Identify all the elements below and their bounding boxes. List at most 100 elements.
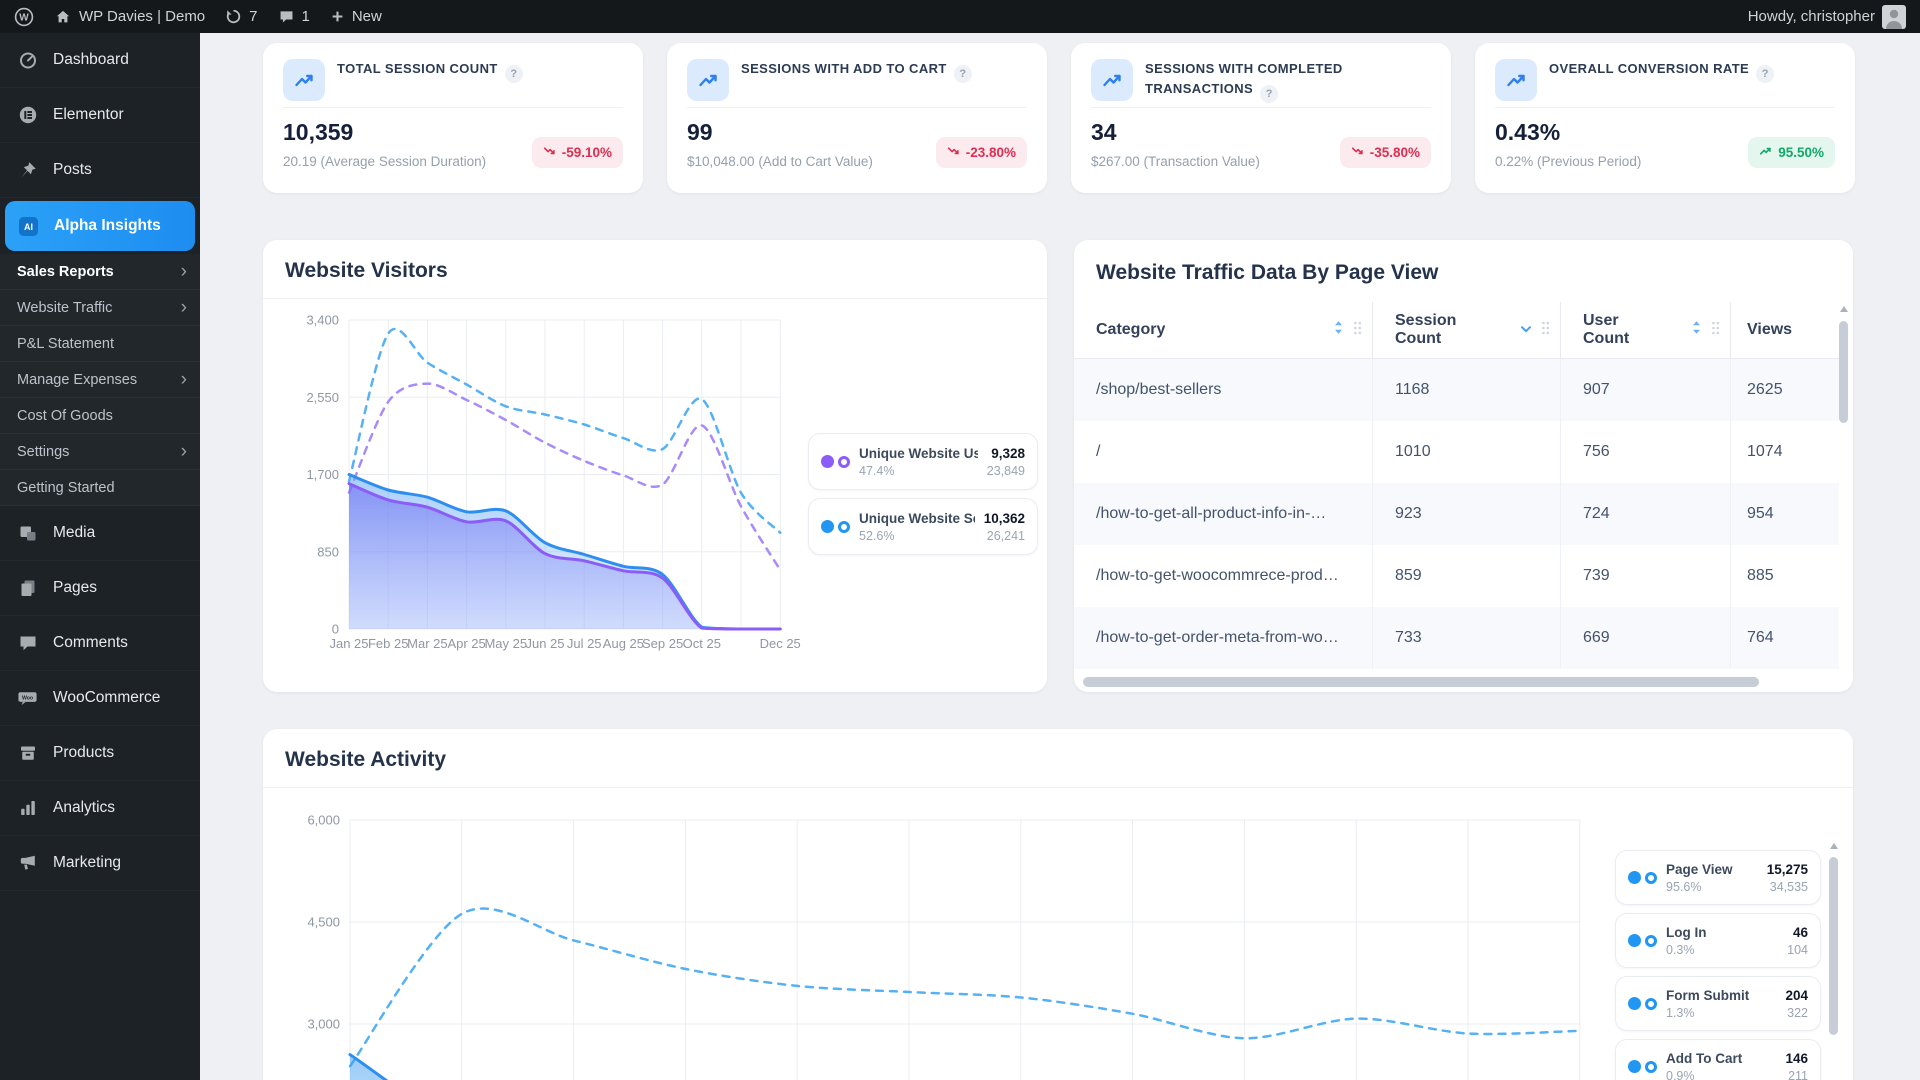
scroll-up-arrow[interactable] xyxy=(1840,306,1848,312)
sidebar-subitem-settings[interactable]: Settings› xyxy=(0,434,200,470)
column-header-category[interactable]: Category xyxy=(1074,302,1373,358)
scroll-up-arrow[interactable] xyxy=(1830,843,1838,849)
kpi-card-sessions-with-add-to-cart: SESSIONS WITH ADD TO CART? 99$10,048.00 (… xyxy=(667,43,1047,193)
sidebar-item-label: Posts xyxy=(53,161,92,179)
sidebar-subitem-manage-expenses[interactable]: Manage Expenses› xyxy=(0,362,200,398)
sidebar-item-label: Analytics xyxy=(53,799,115,817)
updates-icon xyxy=(225,8,242,25)
woocommerce-icon: Woo xyxy=(17,688,38,709)
legend-scrollbar[interactable] xyxy=(1829,843,1838,1035)
legend-item-unique-website-se[interactable]: Unique Website Se…52.6%10,36226,241 xyxy=(808,498,1038,555)
kpi-body: 99$10,048.00 (Add to Cart Value)-23.80% xyxy=(687,108,1027,169)
drag-handle-icon[interactable] xyxy=(1711,321,1720,340)
wordpress-logo-icon[interactable]: W xyxy=(14,7,34,27)
legend-previous-value: 211 xyxy=(1785,1069,1808,1080)
sort-icon[interactable] xyxy=(1333,320,1344,340)
sidebar-item-marketing[interactable]: Marketing xyxy=(0,836,200,891)
cell-session_count: 859 xyxy=(1373,545,1561,607)
legend-label: Form Submit xyxy=(1666,988,1776,1003)
sidebar-subitem-sales-reports[interactable]: Sales Reports› xyxy=(0,254,200,290)
help-icon[interactable]: ? xyxy=(1756,65,1774,83)
scroll-thumb[interactable] xyxy=(1083,677,1759,687)
help-icon[interactable]: ? xyxy=(954,65,972,83)
table-row[interactable]: /10107561074 xyxy=(1074,421,1839,483)
chevron-right-icon: › xyxy=(181,298,187,317)
table-row[interactable]: /how-to-get-order-meta-from-wo…733669764 xyxy=(1074,607,1839,669)
comments-link[interactable]: 1 xyxy=(278,8,310,25)
column-header-user-count[interactable]: User Count xyxy=(1561,302,1731,358)
svg-text:2,550: 2,550 xyxy=(306,390,339,405)
cell-user_count: 724 xyxy=(1561,483,1731,545)
help-icon[interactable]: ? xyxy=(505,65,523,83)
drag-handle-icon[interactable] xyxy=(1353,321,1362,340)
svg-text:Jan 25: Jan 25 xyxy=(329,636,368,651)
scroll-thumb[interactable] xyxy=(1829,857,1838,1035)
table-row[interactable]: /how-to-get-woocommrece-prod…859739885 xyxy=(1074,545,1839,607)
media-icon xyxy=(17,523,38,544)
filled-dot-icon xyxy=(821,520,834,533)
sidebar-subitem-p-l-statement[interactable]: P&L Statement xyxy=(0,326,200,362)
sidebar-item-label: Elementor xyxy=(53,106,124,124)
kpi-metrics: 34$267.00 (Transaction Value) xyxy=(1091,119,1260,169)
legend-label: Log In xyxy=(1666,925,1778,940)
sidebar-item-analytics[interactable]: Analytics xyxy=(0,781,200,836)
sidebar-item-woocommerce[interactable]: WooWooCommerce xyxy=(0,671,200,726)
legend-item-form-submit[interactable]: Form Submit1.3%204322 xyxy=(1615,976,1821,1031)
legend-label: Unique Website Us… xyxy=(859,446,978,461)
sidebar-subitem-website-traffic[interactable]: Website Traffic› xyxy=(0,290,200,326)
submenu-item-label: Getting Started xyxy=(17,480,115,496)
updates-link[interactable]: 7 xyxy=(225,8,257,25)
series-color-dots xyxy=(821,455,850,468)
table-row[interactable]: /shop/best-sellers11689072625 xyxy=(1074,359,1839,421)
site-name-link[interactable]: WP Davies | Demo xyxy=(54,8,205,26)
column-header-session-count[interactable]: Session Count xyxy=(1373,302,1561,358)
sidebar-item-elementor[interactable]: Elementor xyxy=(0,88,200,143)
legend-previous-value: 26,241 xyxy=(984,529,1025,543)
new-content-button[interactable]: New xyxy=(330,8,382,25)
sidebar-item-label: Dashboard xyxy=(53,51,129,69)
sidebar-item-dashboard[interactable]: Dashboard xyxy=(0,33,200,88)
scroll-thumb[interactable] xyxy=(1839,321,1848,423)
legend-item-unique-website-us[interactable]: Unique Website Us…47.4%9,32823,849 xyxy=(808,433,1038,490)
marketing-icon xyxy=(17,853,38,874)
legend-percent: 95.6% xyxy=(1666,880,1758,894)
site-name: WP Davies | Demo xyxy=(79,8,205,25)
ring-dot-icon xyxy=(1645,872,1657,884)
legend-previous-value: 23,849 xyxy=(987,464,1025,478)
sidebar-item-alpha-insights[interactable]: AIAlpha Insights xyxy=(5,201,195,251)
legend-percent: 0.3% xyxy=(1666,943,1778,957)
kpi-card-total-session-count: TOTAL SESSION COUNT?10,35920.19 (Average… xyxy=(263,43,643,193)
activity-chart[interactable]: 3,0004,5006,000 xyxy=(279,793,1729,1080)
legend-item-log-in[interactable]: Log In0.3%46104 xyxy=(1615,913,1821,968)
series-color-dots xyxy=(1628,934,1657,947)
table-horizontal-scrollbar[interactable] xyxy=(1081,677,1836,687)
table-vertical-scrollbar[interactable] xyxy=(1839,306,1848,423)
sidebar-subitem-cost-of-goods[interactable]: Cost Of Goods xyxy=(0,398,200,434)
legend-item-page-view[interactable]: Page View95.6%15,27534,535 xyxy=(1615,850,1821,905)
sidebar-item-media[interactable]: Media xyxy=(0,506,200,561)
trend-badge: -23.80% xyxy=(936,137,1027,168)
sidebar-subitem-getting-started[interactable]: Getting Started xyxy=(0,470,200,506)
kpi-subtext: 20.19 (Average Session Duration) xyxy=(283,154,486,169)
column-header-views[interactable]: Views xyxy=(1731,302,1839,358)
svg-text:Apr 25: Apr 25 xyxy=(447,636,485,651)
help-icon[interactable]: ? xyxy=(1260,85,1278,103)
sort-icon[interactable] xyxy=(1691,320,1702,340)
trend-up-mini-icon xyxy=(1759,145,1772,160)
drag-handle-icon[interactable] xyxy=(1541,321,1550,340)
legend-item-add-to-cart[interactable]: Add To Cart0.9%146211 xyxy=(1615,1039,1821,1080)
pages-icon xyxy=(17,578,38,599)
visitors-chart[interactable]: 08501,7002,5503,400Jan 25Feb 25Mar 25Apr… xyxy=(283,304,843,656)
kpi-title-wrap: SESSIONS WITH ADD TO CART? xyxy=(741,59,972,83)
sidebar-item-label: Comments xyxy=(53,634,128,652)
account-menu[interactable]: Howdy, christopher xyxy=(1748,5,1906,29)
sidebar-item-posts[interactable]: Posts xyxy=(0,143,200,198)
svg-text:Mar 25: Mar 25 xyxy=(407,636,447,651)
kpi-title: SESSIONS WITH COMPLETED TRANSACTIONS xyxy=(1145,59,1343,96)
sidebar-item-comments[interactable]: Comments xyxy=(0,616,200,671)
cell-views: 885 xyxy=(1731,545,1839,607)
sidebar-item-pages[interactable]: Pages xyxy=(0,561,200,616)
sidebar-item-products[interactable]: Products xyxy=(0,726,200,781)
sort-icon[interactable] xyxy=(1520,321,1532,339)
table-row[interactable]: /how-to-get-all-product-info-in-…9237249… xyxy=(1074,483,1839,545)
